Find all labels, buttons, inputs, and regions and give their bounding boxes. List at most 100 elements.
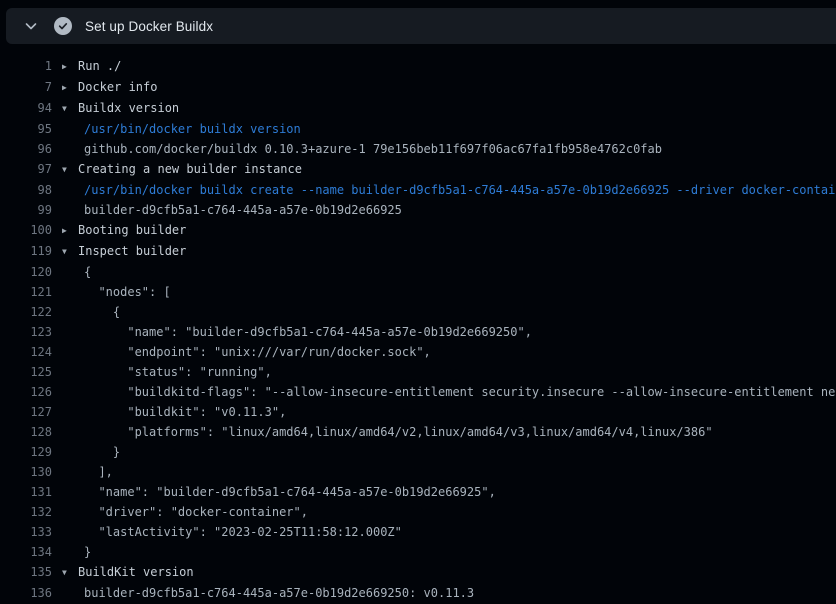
log-text: "name": "builder-d9cfb5a1-c764-445a-a57e…	[84, 325, 532, 339]
log-line: 121 "nodes": [	[0, 282, 836, 302]
line-number[interactable]: 119	[0, 241, 52, 262]
log-line: 124 "endpoint": "unix:///var/run/docker.…	[0, 342, 836, 362]
line-content: /usr/bin/docker buildx version	[62, 119, 301, 139]
line-content: ▶Run ./	[62, 56, 121, 77]
log-text: Buildx version	[78, 101, 179, 115]
log-group-line[interactable]: 7 ▶Docker info	[0, 77, 836, 98]
check-mark	[58, 21, 68, 31]
log-text: "buildkitd-flags": "--allow-insecure-ent…	[84, 385, 836, 399]
log-group-line[interactable]: 94 ▼Buildx version	[0, 98, 836, 119]
line-number[interactable]: 96	[0, 139, 52, 159]
line-content: github.com/docker/buildx 0.10.3+azure-1 …	[62, 139, 662, 159]
line-number[interactable]: 97	[0, 159, 52, 180]
line-content: ▶Booting builder	[62, 220, 186, 241]
line-number[interactable]: 122	[0, 302, 52, 322]
line-number[interactable]: 7	[0, 77, 52, 98]
line-number[interactable]: 134	[0, 542, 52, 562]
step-title: Set up Docker Buildx	[85, 19, 213, 34]
check-circle-icon	[54, 17, 72, 35]
line-number[interactable]: 126	[0, 382, 52, 402]
line-number[interactable]: 123	[0, 322, 52, 342]
line-number[interactable]: 129	[0, 442, 52, 462]
log-text: {	[84, 265, 91, 279]
log-line: 130 ],	[0, 462, 836, 482]
line-number[interactable]: 98	[0, 180, 52, 200]
line-number[interactable]: 131	[0, 482, 52, 502]
line-number[interactable]: 127	[0, 402, 52, 422]
log-text: BuildKit version	[78, 565, 194, 579]
line-number[interactable]: 130	[0, 462, 52, 482]
log-line: 120 {	[0, 262, 836, 282]
line-content: builder-d9cfb5a1-c764-445a-a57e-0b19d2e6…	[62, 200, 402, 220]
log-text: "driver": "docker-container",	[84, 505, 308, 519]
step-header[interactable]: Set up Docker Buildx	[6, 8, 836, 44]
log-text: /usr/bin/docker buildx version	[84, 122, 301, 136]
log-lines: 1▶Run ./7▶Docker info94▼Buildx version95…	[0, 56, 836, 603]
line-content: "lastActivity": "2023-02-25T11:58:12.000…	[62, 522, 402, 542]
log-text: }	[84, 545, 91, 559]
log-text: github.com/docker/buildx 0.10.3+azure-1 …	[84, 142, 662, 156]
line-number[interactable]: 95	[0, 119, 52, 139]
log-group-line[interactable]: 100 ▶Booting builder	[0, 220, 836, 241]
line-number[interactable]: 128	[0, 422, 52, 442]
line-number[interactable]: 121	[0, 282, 52, 302]
log-line: 123 "name": "builder-d9cfb5a1-c764-445a-…	[0, 322, 836, 342]
log-text: builder-d9cfb5a1-c764-445a-a57e-0b19d2e6…	[84, 586, 474, 600]
line-content: ▶Docker info	[62, 77, 157, 98]
log-line: 131 "name": "builder-d9cfb5a1-c764-445a-…	[0, 482, 836, 502]
log-line: 96 github.com/docker/buildx 0.10.3+azure-…	[0, 139, 836, 159]
group-expanded-icon: ▼	[62, 99, 78, 119]
log-text: Docker info	[78, 80, 157, 94]
log-line: 128 "platforms": "linux/amd64,linux/amd6…	[0, 422, 836, 442]
log-text: "lastActivity": "2023-02-25T11:58:12.000…	[84, 525, 402, 539]
line-number[interactable]: 100	[0, 220, 52, 241]
line-number[interactable]: 125	[0, 362, 52, 382]
log-text: Booting builder	[78, 223, 186, 237]
line-content: ▼BuildKit version	[62, 562, 194, 583]
line-content: "platforms": "linux/amd64,linux/amd64/v2…	[62, 422, 713, 442]
line-number[interactable]: 99	[0, 200, 52, 220]
line-content: }	[62, 442, 120, 462]
log-text: Run ./	[78, 59, 121, 73]
group-collapsed-icon: ▶	[62, 57, 78, 77]
line-number[interactable]: 135	[0, 562, 52, 583]
log-text: "nodes": [	[84, 285, 171, 299]
log-text: Inspect builder	[78, 244, 186, 258]
log-line: 127 "buildkit": "v0.11.3",	[0, 402, 836, 422]
line-content: "name": "builder-d9cfb5a1-c764-445a-a57e…	[62, 322, 532, 342]
collapse-toggle-button[interactable]	[20, 15, 42, 37]
group-collapsed-icon: ▶	[62, 221, 78, 241]
group-expanded-icon: ▼	[62, 242, 78, 262]
log-text: /usr/bin/docker buildx create --name bui…	[84, 183, 836, 197]
log-group-line[interactable]: 1 ▶Run ./	[0, 56, 836, 77]
log-text: }	[84, 445, 120, 459]
log-group-line[interactable]: 97 ▼Creating a new builder instance	[0, 159, 836, 180]
line-content: "buildkitd-flags": "--allow-insecure-ent…	[62, 382, 836, 402]
line-number[interactable]: 94	[0, 98, 52, 119]
line-content: {	[62, 262, 91, 282]
line-number[interactable]: 133	[0, 522, 52, 542]
log-text: "endpoint": "unix:///var/run/docker.sock…	[84, 345, 431, 359]
line-content: /usr/bin/docker buildx create --name bui…	[62, 180, 836, 200]
log-line: 122 {	[0, 302, 836, 322]
log-group-line[interactable]: 119 ▼Inspect builder	[0, 241, 836, 262]
log-line: 98/usr/bin/docker buildx create --name b…	[0, 180, 836, 200]
line-number[interactable]: 124	[0, 342, 52, 362]
log-line: 126 "buildkitd-flags": "--allow-insecure…	[0, 382, 836, 402]
log-line: 136 builder-d9cfb5a1-c764-445a-a57e-0b19d…	[0, 583, 836, 603]
line-content: "nodes": [	[62, 282, 171, 302]
line-content: ▼Buildx version	[62, 98, 179, 119]
line-number[interactable]: 1	[0, 56, 52, 77]
log-group-line[interactable]: 135 ▼BuildKit version	[0, 562, 836, 583]
line-content: ▼Creating a new builder instance	[62, 159, 302, 180]
line-number[interactable]: 120	[0, 262, 52, 282]
log-text: "platforms": "linux/amd64,linux/amd64/v2…	[84, 425, 713, 439]
line-number[interactable]: 132	[0, 502, 52, 522]
log-line: 99 builder-d9cfb5a1-c764-445a-a57e-0b19d2…	[0, 200, 836, 220]
group-expanded-icon: ▼	[62, 160, 78, 180]
line-number[interactable]: 136	[0, 583, 52, 603]
log-text: Creating a new builder instance	[78, 162, 302, 176]
group-collapsed-icon: ▶	[62, 78, 78, 98]
log-line: 95/usr/bin/docker buildx version	[0, 119, 836, 139]
line-content: builder-d9cfb5a1-c764-445a-a57e-0b19d2e6…	[62, 583, 474, 603]
